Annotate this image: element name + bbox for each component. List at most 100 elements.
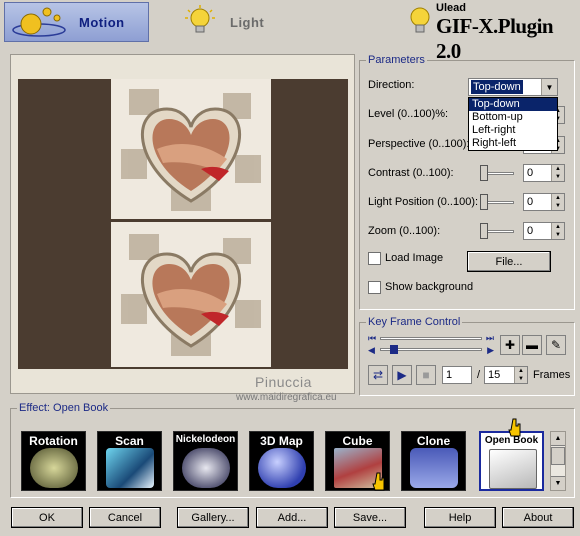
slider-thumb[interactable] [480,194,488,210]
edit-keyframe-icon[interactable]: ✎ [546,335,566,355]
direction-option[interactable]: Bottom-up [469,111,557,124]
timeline-right-handle-icon[interactable]: ▶ [487,345,494,356]
spin-buttons[interactable]: ▲▼ [551,194,564,210]
effects-scrollbar[interactable]: ▲ ▼ [550,431,566,491]
direction-option[interactable]: Right-left [469,137,557,150]
heart-image-bottom [111,222,271,367]
zoom-slider[interactable] [480,223,514,239]
direction-label: Direction: [368,79,415,91]
direction-select[interactable]: Top-down ▼ [468,78,558,96]
brand-product: GIF-X.Plugin 2.0 [436,14,554,63]
ok-button[interactable]: OK [11,507,83,528]
preview-frame-bottom [111,222,271,367]
preview-canvas [18,79,348,369]
stop-icon[interactable]: ■ [416,365,436,385]
spin-buttons[interactable]: ▲▼ [551,223,564,239]
load-image-label: Load Image [385,252,444,264]
direction-value: Top-down [471,80,523,94]
chevron-down-icon[interactable]: ▼ [541,79,557,95]
parameters-title: Parameters [366,54,427,66]
remove-keyframe-icon[interactable]: ▬ [522,335,542,355]
effect-label: Clone [416,434,451,448]
open-book-icon [489,449,537,489]
tab-motion[interactable]: Motion [4,2,149,42]
ulead-logo-icon [410,448,458,488]
scroll-thumb[interactable] [551,447,565,465]
zoom-label: Zoom (0..100): [368,225,441,237]
zoom-value: 0 [527,225,534,237]
lightbulb-icon [185,5,215,33]
lightbulb-logo-icon [410,7,430,33]
watermark-site: www.maidiregrafica.eu [236,392,337,403]
timeline-left-handle-icon[interactable]: ◀ [368,345,375,356]
effect-clone[interactable]: Clone [401,431,466,491]
tab-motion-label: Motion [79,14,125,30]
light-beam-icon [106,448,154,488]
play-icon[interactable]: ▶ [392,365,412,385]
gif-x-plugin-window: Motion Light Ulead GIF-X.Plugin 2.0 Pinu… [0,0,580,536]
light-position-spinner[interactable]: 0 ▲ ▼ [523,193,565,211]
motion-icon [12,7,66,37]
timeline-track-top [380,337,482,340]
brand-vendor: Ulead [436,2,466,14]
effect-rotation[interactable]: Rotation [21,431,86,491]
current-frame-input[interactable]: 1 [442,366,472,384]
frames-label: Frames [533,369,571,381]
direction-option[interactable]: Top-down [469,98,557,111]
hand-cursor-icon [372,472,385,491]
show-background-checkbox[interactable] [368,281,381,294]
effect-open-book[interactable]: Open Book [479,431,544,491]
effects-title: Effect: Open Book [17,402,111,414]
effect-label: Scan [115,434,144,448]
tab-light-label: Light [230,14,265,30]
scroll-down-icon[interactable]: ▼ [551,476,565,490]
light-position-value: 0 [527,196,534,208]
slider-thumb[interactable] [480,223,488,239]
fan-blade-icon [30,448,78,488]
load-image-checkbox[interactable] [368,252,381,265]
light-position-label: Light Position (0..100): [368,196,479,208]
add-button[interactable]: Add... [256,507,328,528]
effect-label: Rotation [29,434,78,448]
about-button[interactable]: About [502,507,574,528]
effect-nickelodeon[interactable]: Nickelodeon [173,431,238,491]
effect-scan[interactable]: Scan [97,431,162,491]
scroll-up-icon[interactable]: ▲ [551,432,565,446]
timeline-end-handle-icon[interactable]: ⏭ [486,333,494,344]
contrast-slider[interactable] [480,165,514,181]
zoom-spinner[interactable]: 0 ▲ ▼ [523,222,565,240]
slider-thumb[interactable] [480,165,488,181]
contrast-spinner[interactable]: 0 ▲ ▼ [523,164,565,182]
spin-buttons[interactable]: ▲▼ [514,367,527,383]
frame-separator: / [477,369,481,381]
tab-light[interactable]: Light [150,2,300,42]
effect-3d-map[interactable]: 3D Map [249,431,314,491]
help-button[interactable]: Help [424,507,496,528]
keyframe-timeline[interactable]: ⏮ ⏭ ◀ ▶ [368,333,494,357]
direction-option[interactable]: Left-right [469,124,557,137]
globe-icon [258,448,306,488]
file-button[interactable]: File... [467,251,551,272]
timeline-marker-icon[interactable] [390,345,398,354]
loop-icon[interactable]: ⇄ [368,365,388,385]
gallery-button[interactable]: Gallery... [177,507,249,528]
hand-cursor-icon [508,418,521,437]
show-background-label: Show background [385,281,474,293]
perspective-label: Perspective (0..100): [368,138,470,150]
timeline-start-handle-icon[interactable]: ⏮ [368,333,376,344]
parameters-group: Parameters Direction: Top-down ▼ Top-dow… [359,54,575,310]
preview-frame-top [111,79,271,219]
direction-dropdown: Top-down Bottom-up Left-right Right-left [468,97,558,151]
preview-panel [10,54,355,394]
save-button[interactable]: Save... [334,507,406,528]
star-sphere-icon [182,448,230,488]
spin-buttons[interactable]: ▲▼ [551,165,564,181]
total-frames-spinner[interactable]: 15 ▲ ▼ [484,366,528,384]
effect-label: 3D Map [260,434,303,448]
add-keyframe-icon[interactable]: ✚ [500,335,520,355]
light-position-slider[interactable] [480,194,514,210]
effect-label: Cube [342,434,373,448]
effects-group: Effect: Open Book Rotation Scan Nickelod… [10,402,575,498]
keyframe-title: Key Frame Control [366,316,463,328]
cancel-button[interactable]: Cancel [89,507,161,528]
